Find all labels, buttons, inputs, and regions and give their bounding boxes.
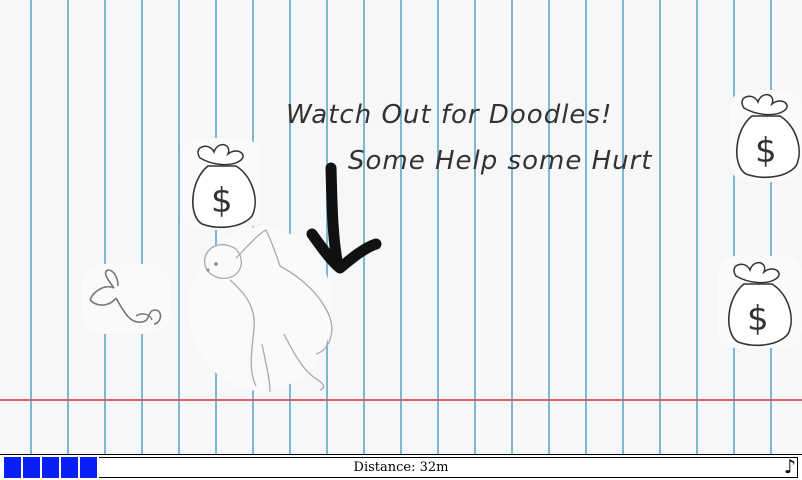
mouse-doodle-icon[interactable] (80, 262, 172, 336)
money-bag-icon[interactable]: $ (716, 254, 802, 350)
music-note-icon[interactable]: ♪ (784, 457, 796, 478)
status-bar: Distance: 32m ♪ (0, 454, 802, 480)
distance-value: 32m (419, 460, 449, 475)
paper-margin-line (0, 399, 802, 401)
bear-player-icon (189, 227, 333, 393)
hint-line-1: Watch Out for Doodles! (286, 100, 613, 130)
svg-text:$: $ (755, 131, 777, 171)
money-bag-icon[interactable]: $ (728, 88, 802, 184)
svg-text:$: $ (747, 299, 769, 339)
distance-label: Distance: (353, 460, 420, 475)
svg-text:$: $ (211, 181, 233, 221)
hint-line-2: Some Help some Hurt (348, 146, 653, 176)
game-canvas[interactable]: Watch Out for Doodles! Some Help some Hu… (0, 0, 802, 454)
distance-display: Distance: 32m (0, 460, 802, 475)
money-bag-icon[interactable]: $ (180, 136, 262, 232)
